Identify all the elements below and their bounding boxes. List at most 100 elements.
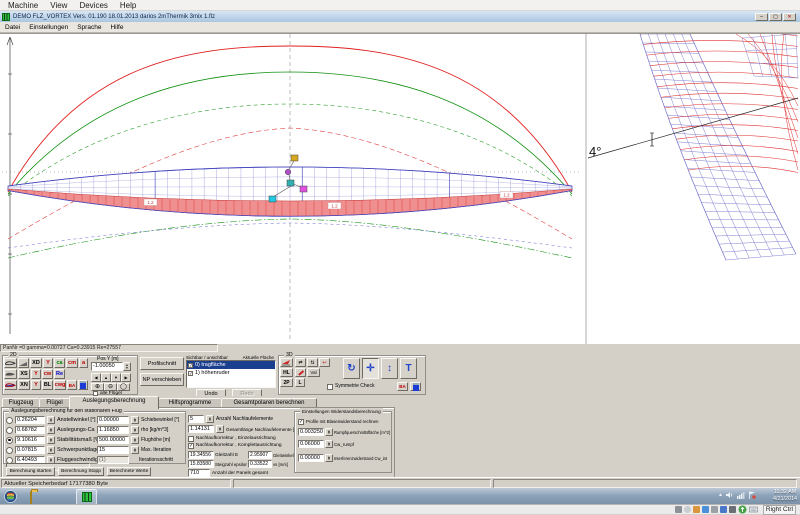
maximize-button[interactable]: ▢ — [769, 13, 782, 21]
pan-up-button[interactable]: ▲ — [101, 373, 111, 382]
surface-0-visible-checkbox[interactable] — [188, 363, 193, 368]
save-button-2d[interactable] — [78, 380, 88, 390]
blasenwiderstand-checkbox[interactable] — [298, 419, 304, 425]
schiebewinkel-spinner[interactable] — [131, 416, 139, 424]
y-button-1[interactable]: Y — [43, 358, 53, 368]
max-iteration-spinner[interactable] — [131, 446, 139, 454]
plane-view-button[interactable] — [280, 358, 293, 367]
nachlauf-count-field[interactable]: 5 — [188, 415, 204, 423]
flip-horizontal-button[interactable]: ⇄ — [295, 358, 306, 367]
airfoil-hatched-button[interactable] — [4, 380, 17, 390]
save-button-3d[interactable] — [410, 382, 421, 391]
cw-button[interactable]: cw — [42, 369, 53, 379]
drawing-area[interactable]: 1.2 1.2 1.2 4° — [0, 33, 800, 345]
menu-datei[interactable]: Datei — [5, 24, 20, 31]
rho-field[interactable]: 1.16850 — [97, 426, 129, 434]
np-verschieben-button[interactable]: NP verschieben — [140, 373, 184, 386]
flughoehe-field[interactable]: 500.00000 — [97, 436, 129, 444]
flz-vortex-taskbar-button[interactable] — [76, 489, 97, 505]
flip-vertical-button[interactable]: ⇅ — [307, 358, 318, 367]
schwerpunktlage-field[interactable]: 0.07815 — [15, 446, 45, 454]
y-button-2[interactable]: Y — [31, 369, 41, 379]
rumpfquerschnitt-field[interactable]: 0.003250 — [298, 428, 324, 436]
auslegungs-ca-field[interactable]: 0.68782 — [15, 426, 45, 434]
pos-y-field[interactable]: -1.00050 — [91, 362, 123, 371]
rotate-back-button[interactable]: ↩ — [319, 358, 330, 367]
xn-button[interactable]: XN — [18, 380, 30, 390]
alpha-button[interactable]: a — [79, 358, 88, 368]
explorer-taskbar-button[interactable] — [30, 490, 43, 502]
auslegungs-ca-spinner[interactable] — [47, 426, 55, 434]
anstellwinkel-field[interactable]: 0.26204 — [15, 416, 45, 424]
vm-menu-machine[interactable]: Machine — [8, 1, 38, 10]
show-hidden-icons[interactable]: ▲ — [718, 492, 723, 498]
pan-down-button[interactable]: ▼ — [111, 373, 121, 382]
berechnung-stopp-button[interactable]: Berechnung Stopp — [58, 467, 104, 476]
surface-1-visible-checkbox[interactable] — [188, 371, 193, 376]
stabilitaetsmass-field[interactable]: 9.10616 — [15, 436, 45, 444]
symmetrie-check-checkbox[interactable] — [327, 384, 333, 390]
l-button[interactable]: L — [295, 378, 305, 387]
cw-rumpf-spinner[interactable] — [325, 440, 333, 448]
anstellwinkel-spinner[interactable] — [47, 416, 55, 424]
xs-button[interactable]: XS — [18, 369, 30, 379]
surface-list-item-0[interactable]: 0) tragfläche — [187, 361, 275, 369]
radio-stabilitaetsmass[interactable] — [6, 437, 13, 444]
vm-menu-devices[interactable]: Devices — [79, 1, 107, 10]
bl-button[interactable]: BL — [42, 380, 53, 390]
flughoehe-spinner[interactable] — [131, 436, 139, 444]
firefox-taskbar-button[interactable] — [54, 490, 67, 502]
wedge-button[interactable] — [18, 358, 29, 368]
cw-int-field[interactable]: 0.00000 — [298, 454, 324, 462]
radio-auslegungs-ca[interactable] — [6, 427, 13, 434]
berechnete-werte-button[interactable]: Berechnete Werte — [107, 467, 151, 476]
volume-icon[interactable] — [726, 491, 734, 499]
close-button[interactable]: ✕ — [783, 13, 796, 21]
rotate-3d-button[interactable]: ↻ — [343, 358, 360, 379]
re-button[interactable]: Re — [54, 369, 65, 379]
menu-hilfe[interactable]: Hilfe — [110, 24, 123, 31]
stabilitaetsmass-spinner[interactable] — [47, 436, 55, 444]
radio-anstellwinkel[interactable] — [6, 417, 13, 424]
rumpfquerschnitt-spinner[interactable] — [325, 428, 333, 436]
hl-button[interactable]: HL — [280, 368, 293, 377]
cw-int-spinner[interactable] — [325, 454, 333, 462]
minimize-button[interactable]: – — [755, 13, 768, 21]
y-button-3[interactable]: Y — [31, 380, 41, 390]
rho-spinner[interactable] — [131, 426, 139, 434]
surface-list-item-1[interactable]: 1) höhenruder — [187, 369, 275, 377]
taskbar-clock[interactable]: 11:32 AM 4/21/2014 — [773, 489, 797, 503]
schwerpunktlage-spinner[interactable] — [47, 446, 55, 454]
pan-left-button[interactable]: ◀ — [91, 373, 101, 382]
pan-right-button[interactable]: ▶ — [121, 373, 131, 382]
start-button[interactable] — [4, 490, 17, 502]
ba-button-2d[interactable]: BA — [67, 380, 77, 390]
move-3d-button[interactable]: ✛ — [362, 358, 379, 379]
ba-button-3d[interactable]: BA — [397, 382, 408, 391]
nachlauf-komplett-checkbox[interactable] — [188, 443, 194, 449]
vm-menu-view[interactable]: View — [50, 1, 67, 10]
nachlauf-count-spinner[interactable] — [206, 415, 214, 423]
vm-menu-help[interactable]: Help — [120, 1, 136, 10]
val-button[interactable]: Val — [307, 368, 320, 377]
profilschnitt-button[interactable]: Profilschnitt — [140, 357, 184, 370]
2p-button[interactable]: 2P — [280, 378, 293, 387]
schiebewinkel-field[interactable]: 0.00000 — [97, 416, 129, 424]
menu-sprache[interactable]: Sprache — [77, 24, 101, 31]
nachlauf-length-spinner[interactable] — [216, 425, 224, 433]
airfoil-outline-button[interactable] — [4, 358, 17, 368]
xd-button[interactable]: XD — [30, 358, 42, 368]
radio-schwerpunktlage[interactable] — [6, 447, 13, 454]
build-3d-button[interactable]: T — [400, 358, 417, 379]
cm-button[interactable]: cm — [66, 358, 78, 368]
edit-pencil-button[interactable] — [295, 368, 306, 377]
cw-rumpf-field[interactable]: 0.06000 — [298, 440, 324, 448]
pos-y-spinner[interactable] — [123, 362, 131, 371]
berechnung-starten-button[interactable]: Berechnung starten — [6, 467, 55, 476]
network-icon[interactable] — [737, 491, 745, 499]
action-center-flag-icon[interactable] — [748, 491, 756, 499]
max-iteration-field[interactable]: 15 — [97, 446, 129, 454]
airfoil-filled-button[interactable] — [4, 369, 17, 379]
tab-auslegungsberechnung[interactable]: Auslegungsberechnung — [69, 396, 159, 409]
cwg-button[interactable]: cwg — [54, 380, 66, 390]
